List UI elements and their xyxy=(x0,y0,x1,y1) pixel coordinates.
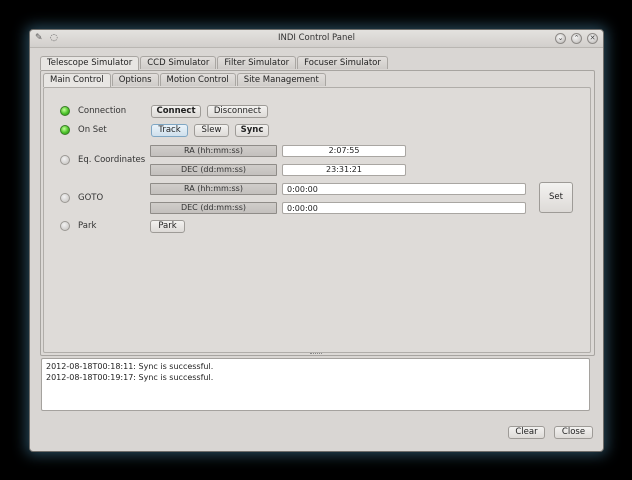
chevron-up-icon: ⌃ xyxy=(573,34,580,42)
tab-filter-simulator[interactable]: Filter Simulator xyxy=(217,56,297,69)
park-label: Park xyxy=(78,221,97,231)
message-log[interactable]: 2012-08-18T00:18:11: Sync is successful.… xyxy=(41,358,590,411)
tab-focuser-simulator[interactable]: Focuser Simulator xyxy=(297,56,388,69)
goto-label: GOTO xyxy=(78,193,104,203)
minimize-button[interactable]: ⌄ xyxy=(555,33,566,44)
eq-ra-value: 2:07:55 xyxy=(282,145,406,157)
connect-button[interactable]: Connect xyxy=(151,105,201,118)
sync-button[interactable]: Sync xyxy=(235,124,269,137)
connection-label: Connection xyxy=(78,106,127,116)
log-line: 2012-08-18T00:19:17: Sync is successful. xyxy=(46,373,214,382)
group-tabs: Main Control Options Motion Control Site… xyxy=(43,73,327,87)
close-button[interactable]: Close xyxy=(554,426,593,439)
on-set-status-led xyxy=(60,125,70,135)
eq-coordinates-status-led xyxy=(60,155,70,165)
goto-set-button[interactable]: Set xyxy=(539,182,573,213)
chevron-down-icon: ⌄ xyxy=(557,34,564,42)
park-status-led xyxy=(60,221,70,231)
on-set-label: On Set xyxy=(78,125,107,135)
tab-site-management[interactable]: Site Management xyxy=(236,73,326,86)
eq-coordinates-label: Eq. Coordinates xyxy=(78,155,146,165)
clear-button[interactable]: Clear xyxy=(508,426,545,439)
tab-motion-control[interactable]: Motion Control xyxy=(159,73,236,86)
connection-status-led xyxy=(60,106,70,116)
indi-control-panel-window: ✎ ◌ INDI Control Panel ⌄ ⌃ ✕ Telescope S… xyxy=(29,29,604,452)
tab-options[interactable]: Options xyxy=(111,73,159,86)
tab-main-control[interactable]: Main Control xyxy=(43,73,111,87)
log-line: 2012-08-18T00:18:11: Sync is successful. xyxy=(46,362,214,371)
tab-telescope-simulator[interactable]: Telescope Simulator xyxy=(40,56,140,70)
title-bar[interactable]: ✎ ◌ INDI Control Panel ⌄ ⌃ ✕ xyxy=(30,30,603,48)
maximize-button[interactable]: ⌃ xyxy=(571,33,582,44)
disconnect-button[interactable]: Disconnect xyxy=(207,105,268,118)
eq-ra-label: RA (hh:mm:ss) xyxy=(150,145,277,157)
park-button[interactable]: Park xyxy=(150,220,185,233)
close-window-button[interactable]: ✕ xyxy=(587,33,598,44)
goto-status-led xyxy=(60,193,70,203)
window-title: INDI Control Panel xyxy=(278,33,355,43)
tab-ccd-simulator[interactable]: CCD Simulator xyxy=(140,56,217,69)
eq-dec-label: DEC (dd:mm:ss) xyxy=(150,164,277,176)
eq-dec-value: 23:31:21 xyxy=(282,164,406,176)
goto-ra-label: RA (hh:mm:ss) xyxy=(150,183,277,195)
goto-ra-input[interactable] xyxy=(282,183,526,195)
close-icon: ✕ xyxy=(589,34,596,42)
goto-dec-label: DEC (dd:mm:ss) xyxy=(150,202,277,214)
track-button[interactable]: Track xyxy=(151,124,188,137)
slew-button[interactable]: Slew xyxy=(194,124,229,137)
pane-splitter-handle[interactable] xyxy=(310,353,322,357)
device-tabs: Telescope Simulator CCD Simulator Filter… xyxy=(40,56,389,70)
main-control-pane xyxy=(43,87,591,353)
goto-dec-input[interactable] xyxy=(282,202,526,214)
